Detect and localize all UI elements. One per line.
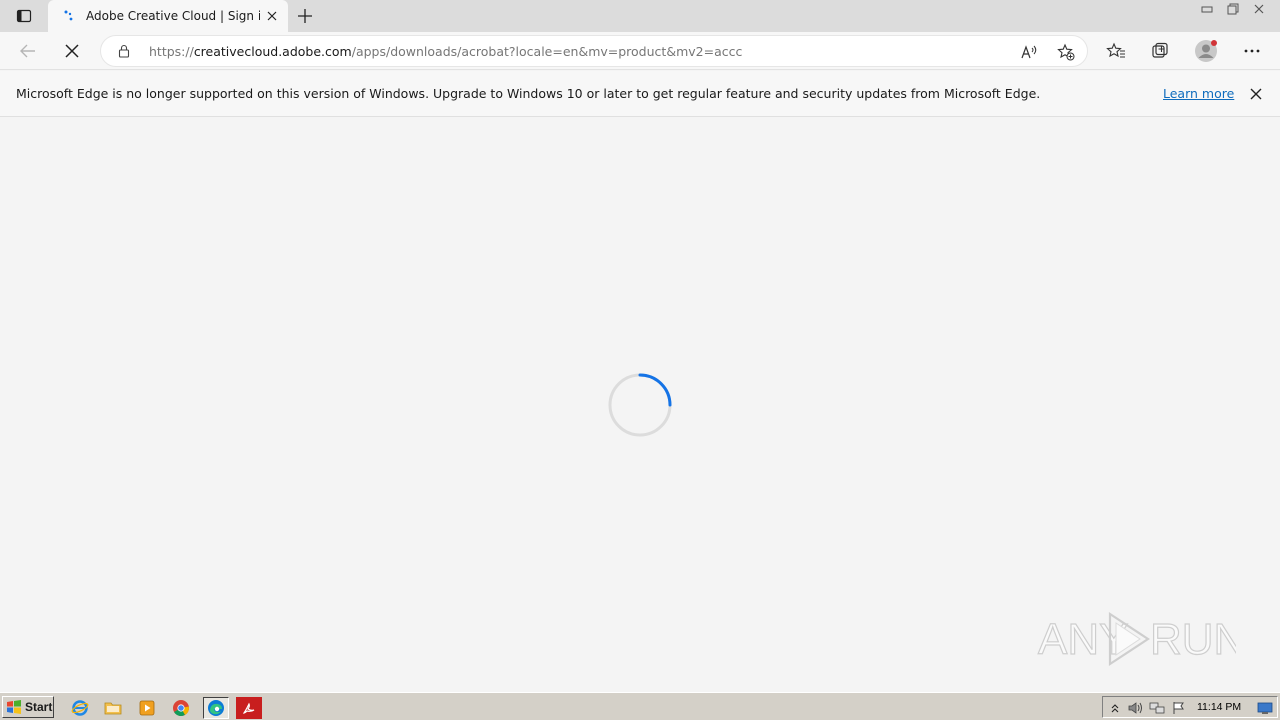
add-favorite-button[interactable] — [1054, 40, 1078, 64]
speaker-icon — [1128, 702, 1142, 714]
acrobat-button[interactable] — [236, 697, 262, 719]
media-player-icon — [139, 700, 155, 716]
infobar-close-button[interactable] — [1246, 84, 1266, 104]
system-tray: 11:14 PM — [1102, 696, 1278, 718]
more-dots-icon — [1244, 49, 1260, 53]
close-window-button[interactable] — [1246, 0, 1272, 18]
window-controls — [1194, 0, 1272, 18]
start-label: Start — [25, 700, 53, 714]
favorites-icon — [1106, 42, 1125, 58]
restore-button[interactable] — [1220, 0, 1246, 18]
tab-adobe-creative-cloud[interactable]: Adobe Creative Cloud | Sign in — [48, 0, 288, 32]
profile-button[interactable] — [1192, 37, 1220, 65]
network-icon — [1149, 702, 1165, 714]
close-window-icon — [1254, 4, 1264, 14]
watermark-text-right: RUN — [1150, 615, 1236, 664]
lock-icon[interactable] — [117, 44, 131, 58]
acrobat-icon — [242, 702, 255, 714]
tab-actions-icon — [16, 9, 32, 23]
collections-button[interactable] — [1146, 37, 1174, 65]
stop-x-icon — [65, 44, 79, 58]
read-aloud-icon — [1021, 45, 1037, 59]
edge-button[interactable] — [203, 697, 229, 719]
chevron-up-icon — [1111, 704, 1119, 713]
anyrun-watermark: ANY RUN — [1037, 611, 1236, 667]
back-arrow-icon — [20, 44, 35, 58]
back-button[interactable] — [14, 37, 42, 65]
url-prefix: https:// — [149, 44, 194, 59]
restore-icon — [1227, 3, 1239, 15]
favorites-button[interactable] — [1102, 37, 1130, 65]
tab-strip: Adobe Creative Cloud | Sign in — [0, 0, 1280, 32]
windows-taskbar: Start 11:14 PM — [0, 692, 1280, 720]
adobe-loading-dots-icon — [62, 8, 78, 24]
show-desktop-icon — [1257, 702, 1273, 714]
url-host: creativecloud.adobe.com — [193, 44, 352, 59]
address-bar[interactable]: https://creativecloud.adobe.com/apps/dow… — [100, 35, 1088, 67]
internet-explorer-icon — [71, 700, 89, 716]
learn-more-link[interactable]: Learn more — [1163, 86, 1234, 101]
minimize-button[interactable] — [1194, 0, 1220, 18]
folder-icon — [104, 702, 122, 715]
page-content: ANY RUN — [0, 118, 1280, 692]
edge-icon — [208, 700, 224, 716]
plus-icon — [298, 9, 312, 23]
avatar-icon — [1195, 40, 1217, 62]
collections-icon — [1152, 42, 1168, 58]
show-hidden-icons-button[interactable] — [1107, 700, 1123, 716]
taskbar-clock[interactable]: 11:14 PM — [1197, 701, 1241, 713]
minimize-icon — [1201, 6, 1213, 13]
tab-close-button[interactable] — [260, 4, 284, 28]
settings-more-button[interactable] — [1238, 37, 1266, 65]
flag-icon — [1173, 702, 1184, 714]
tab-title: Adobe Creative Cloud | Sign in — [86, 9, 260, 23]
infobar-message: Microsoft Edge is no longer supported on… — [16, 86, 1041, 101]
url-text: https://creativecloud.adobe.com/apps/dow… — [149, 44, 742, 59]
unsupported-os-infobar: Microsoft Edge is no longer supported on… — [0, 71, 1280, 117]
close-icon — [267, 11, 277, 21]
file-explorer-button[interactable] — [102, 697, 124, 719]
star-add-icon — [1057, 43, 1075, 61]
read-aloud-button[interactable] — [1017, 40, 1041, 64]
browser-toolbar: https://creativecloud.adobe.com/apps/dow… — [0, 32, 1280, 70]
chrome-button[interactable] — [170, 697, 192, 719]
chrome-icon — [173, 700, 190, 716]
url-path: /apps/downloads/acrobat?locale=en&mv=pro… — [351, 44, 743, 59]
stop-loading-button[interactable] — [58, 37, 86, 65]
start-button[interactable]: Start — [2, 696, 54, 718]
new-tab-button[interactable] — [292, 4, 318, 28]
volume-button[interactable] — [1127, 700, 1143, 716]
watermark-text-left: ANY — [1038, 615, 1128, 664]
network-button[interactable] — [1149, 700, 1165, 716]
loading-spinner-icon — [608, 373, 672, 437]
show-desktop-button[interactable] — [1257, 700, 1273, 716]
internet-explorer-button[interactable] — [69, 697, 91, 719]
media-player-button[interactable] — [136, 697, 158, 719]
action-center-button[interactable] — [1171, 700, 1187, 716]
close-icon — [1250, 88, 1262, 100]
windows-logo-icon — [7, 700, 21, 714]
tab-actions-menu-button[interactable] — [10, 6, 38, 26]
